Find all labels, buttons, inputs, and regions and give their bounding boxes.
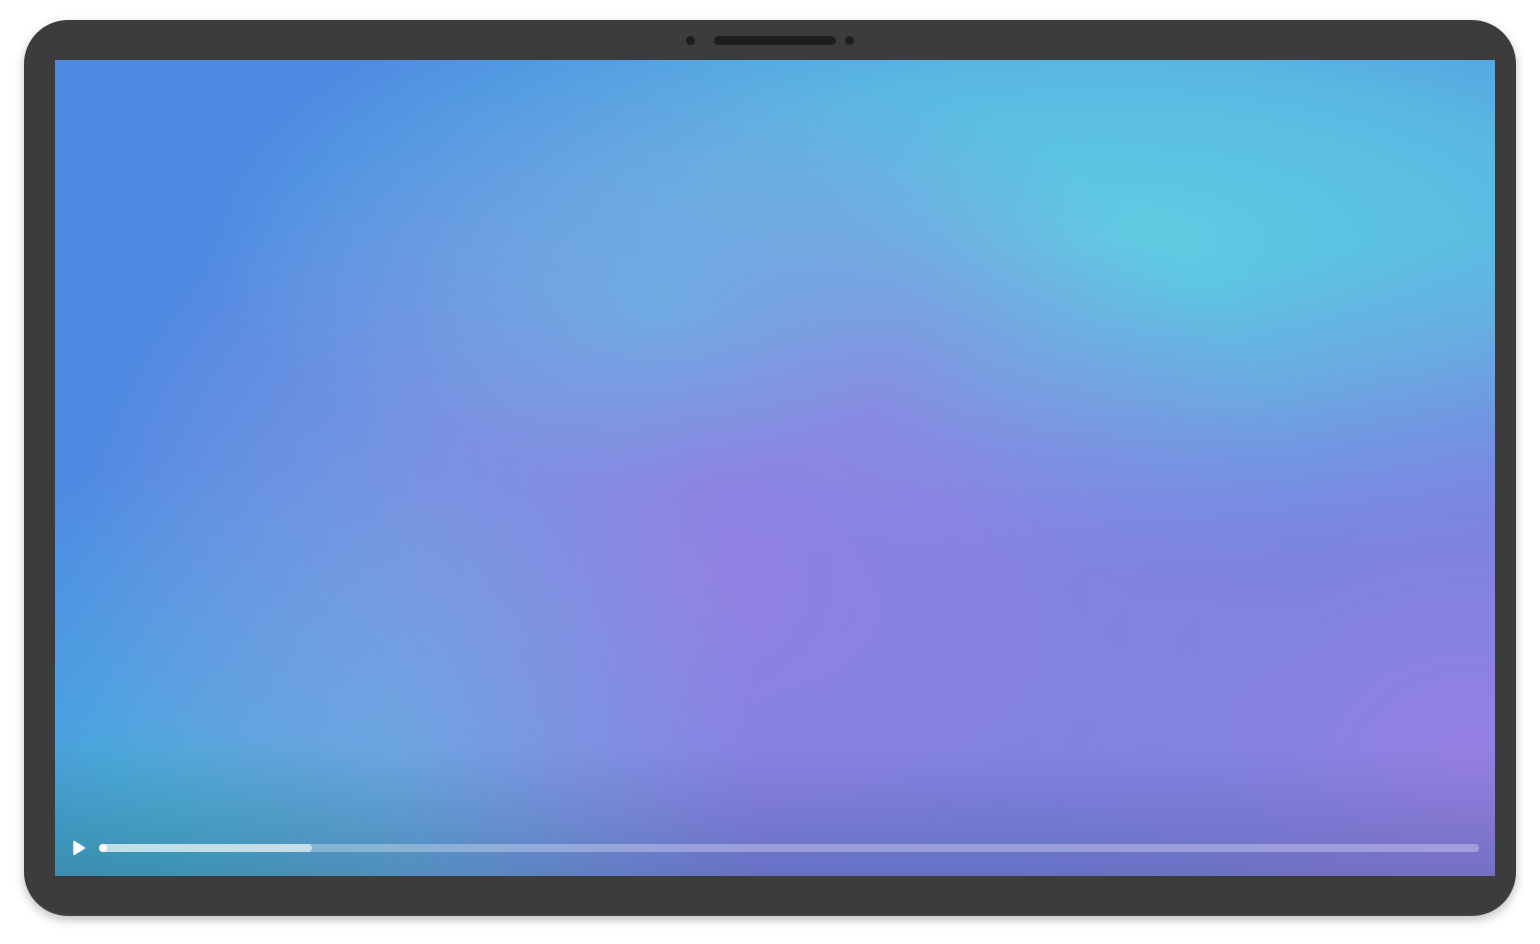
controls-scrim <box>55 60 1495 876</box>
play-button[interactable] <box>69 838 89 858</box>
camera-dot-right <box>845 36 854 45</box>
speaker-grille <box>714 36 836 45</box>
progress-fill <box>99 844 312 852</box>
video-controls <box>55 816 1495 876</box>
video-screen[interactable] <box>55 60 1495 876</box>
tablet-device-frame <box>24 20 1516 916</box>
camera-dot-left <box>686 36 695 45</box>
progress-bar[interactable] <box>99 844 1479 852</box>
progress-scrubber-handle[interactable] <box>99 844 107 852</box>
play-icon <box>73 840 86 856</box>
